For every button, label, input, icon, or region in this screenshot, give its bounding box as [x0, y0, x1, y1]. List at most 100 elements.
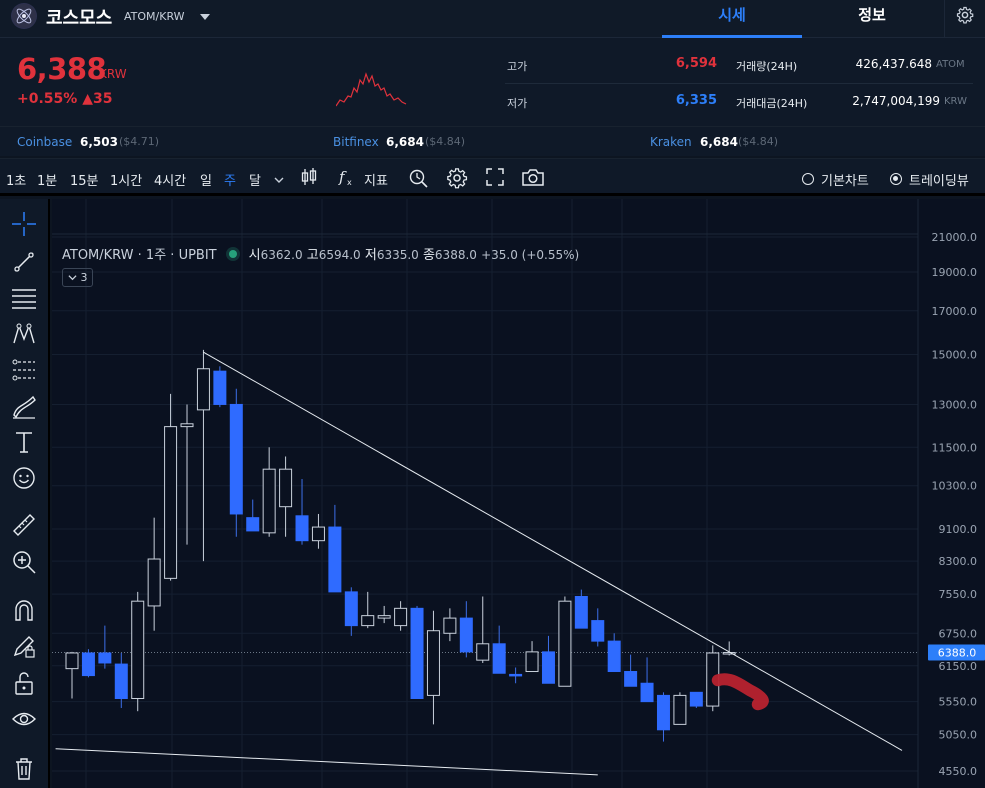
stats-divider: [505, 83, 973, 84]
gear-icon[interactable]: [446, 167, 468, 193]
candle-body: [196, 368, 210, 411]
projection-icon[interactable]: [11, 357, 37, 387]
candle: [476, 596, 490, 663]
exchange-usd: ($4.84): [425, 135, 466, 148]
interval-day[interactable]: 일: [200, 170, 212, 189]
tab-quote[interactable]: 시세: [662, 0, 802, 38]
basic-chart-label[interactable]: 기본차트: [821, 170, 869, 189]
chevron-down-icon[interactable]: [198, 9, 212, 28]
candle: [328, 504, 342, 593]
volume-unit: ATOM: [936, 59, 965, 70]
candle: [131, 591, 145, 712]
candle: [459, 601, 473, 658]
tab-info[interactable]: 정보: [802, 0, 942, 38]
candle: [558, 596, 572, 687]
interval-1m[interactable]: 1분: [37, 170, 57, 189]
compare-icon[interactable]: [408, 167, 430, 193]
candle-body: [65, 652, 79, 670]
interval-month[interactable]: 달: [249, 170, 261, 189]
price-chart[interactable]: 21000.0 19000.0 17000.0 15000.0 13000.0 11500…: [52, 199, 985, 788]
candle: [640, 657, 654, 703]
exchange-name[interactable]: Bitfinex: [333, 135, 379, 149]
y-axis-tick-label: 21000.0: [932, 231, 978, 244]
legend-change: +35.0 (+0.55%): [481, 248, 580, 262]
indicator-label[interactable]: 지표: [364, 170, 388, 189]
exchange-price: 6,684: [700, 135, 738, 149]
y-axis-tick-label: 19000.0: [932, 266, 978, 279]
interval-4h[interactable]: 4시간: [154, 170, 186, 189]
y-axis-tick-label: 6150.0: [939, 660, 978, 673]
candle: [377, 605, 391, 624]
candle: [246, 499, 260, 532]
lock-drawing-icon[interactable]: [11, 633, 37, 663]
legend-close: 6388.0: [434, 248, 477, 262]
candle-body: [377, 615, 391, 619]
emoji-icon[interactable]: [11, 465, 37, 495]
crosshair-icon[interactable]: [11, 211, 37, 241]
interval-15m[interactable]: 15분: [70, 170, 99, 189]
chevron-down-icon[interactable]: [273, 171, 285, 190]
candlestick-chart[interactable]: 21000.0 19000.0 17000.0 15000.0 13000.0 11500…: [52, 199, 985, 788]
candle: [541, 635, 555, 684]
interval-1s[interactable]: 1초: [6, 170, 26, 189]
text-tool-icon[interactable]: [11, 429, 37, 459]
candle: [81, 649, 95, 678]
fib-lines-icon[interactable]: [11, 285, 37, 315]
y-axis-tick-label: 7550.0: [939, 588, 978, 601]
interval-week[interactable]: 주: [224, 170, 236, 189]
unlock-icon[interactable]: [11, 670, 37, 700]
eye-icon[interactable]: [11, 706, 37, 736]
settings-button[interactable]: [944, 0, 985, 38]
y-axis-tick-label: 5050.0: [939, 729, 978, 742]
magnet-icon[interactable]: [11, 597, 37, 627]
candle-body: [344, 591, 358, 627]
drawing-toolbar: [0, 199, 50, 788]
volume-value: 426,437.648: [855, 57, 932, 71]
candle: [574, 589, 588, 629]
candle-type-icon[interactable]: [300, 167, 318, 191]
change-percent: +0.55%: [17, 91, 78, 107]
price-unit: KRW: [99, 67, 127, 81]
candle-body: [311, 526, 325, 542]
candle: [279, 456, 293, 537]
ruler-icon[interactable]: [11, 512, 37, 542]
candle-body: [624, 671, 638, 687]
camera-icon[interactable]: [521, 167, 545, 191]
candle-body: [509, 673, 523, 677]
legend-low-label: 저: [364, 248, 377, 263]
candle-body: [591, 620, 605, 642]
candle: [426, 610, 440, 725]
exchange-name[interactable]: Kraken: [650, 135, 692, 149]
chart-toolbar: 1초 1분 15분 1시간 4시간 일 주 달 fx 지표 기본차트 트레이딩뷰: [0, 158, 985, 196]
pattern-icon[interactable]: [11, 321, 37, 351]
gear-icon: [956, 6, 974, 24]
indicator-fx-icon[interactable]: fx: [338, 167, 358, 191]
interval-1h[interactable]: 1시간: [110, 170, 142, 189]
zoom-in-icon[interactable]: [11, 549, 37, 579]
candle-body: [246, 517, 260, 532]
exchange-name[interactable]: Coinbase: [17, 135, 72, 149]
candle: [624, 654, 638, 687]
exchange-usd: ($4.84): [738, 135, 779, 148]
indicator-collapse-button[interactable]: 3: [62, 268, 93, 287]
y-axis-tick-label: 13000.0: [932, 398, 978, 411]
candle-body: [525, 651, 539, 673]
candle: [164, 393, 178, 581]
trash-icon[interactable]: [11, 755, 37, 785]
candle: [443, 608, 457, 642]
low-label: 저가: [507, 97, 528, 110]
tradingview-label[interactable]: 트레이딩뷰: [909, 170, 969, 189]
radio-basic-chart[interactable]: [802, 173, 814, 185]
candle: [295, 479, 309, 545]
candle-body: [81, 652, 95, 677]
candle-body: [673, 694, 687, 725]
legend-close-label: 종: [422, 248, 435, 263]
fullscreen-icon[interactable]: [485, 167, 505, 191]
candle-body: [164, 426, 178, 579]
trendline-icon[interactable]: [11, 249, 37, 279]
radio-tradingview[interactable]: [890, 173, 902, 185]
brush-icon[interactable]: [11, 393, 37, 423]
candle-body: [229, 403, 243, 515]
indicator-count: 3: [80, 271, 88, 284]
change-absolute: ▲35: [82, 91, 113, 107]
